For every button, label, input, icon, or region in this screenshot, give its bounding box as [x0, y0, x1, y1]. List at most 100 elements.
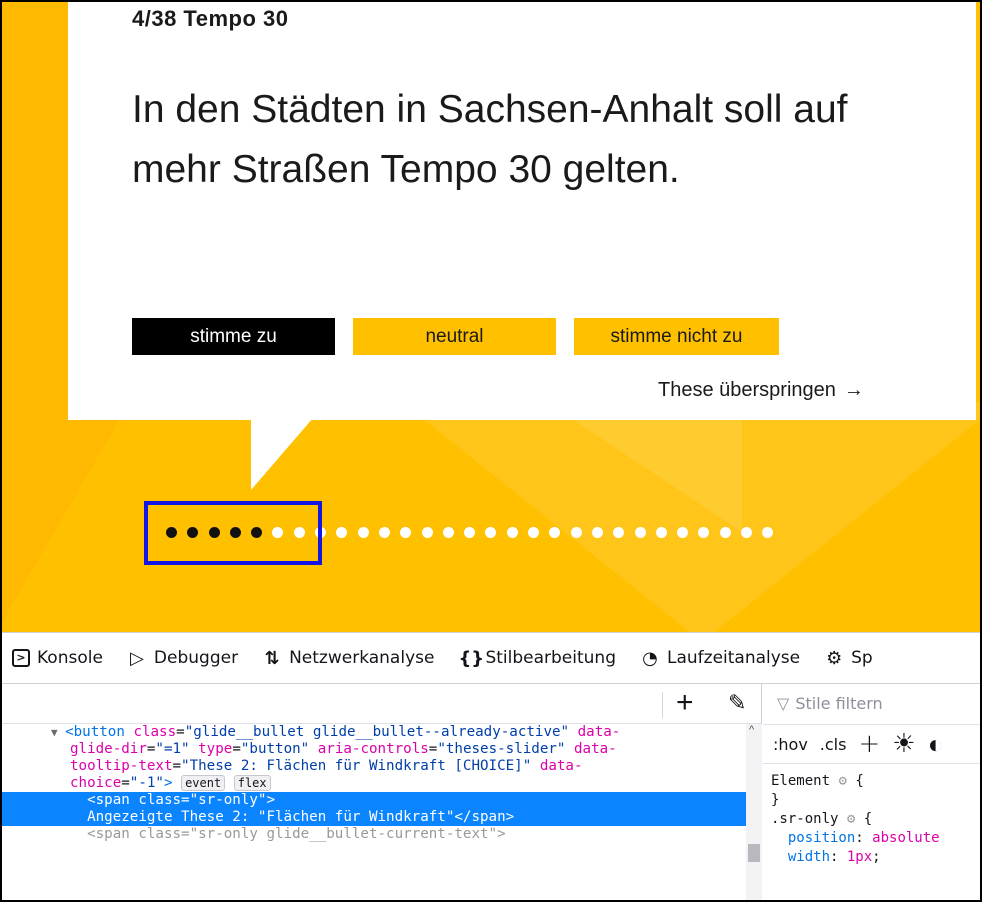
- tab-label: Konsole: [37, 648, 103, 668]
- progress-bullet[interactable]: [400, 526, 412, 538]
- disagree-button[interactable]: stimme nicht zu: [574, 318, 779, 355]
- markup-line[interactable]: choice="-1"> event flex: [2, 775, 746, 792]
- thesis-card: [68, 2, 976, 420]
- rule-selector[interactable]: .sr-only: [771, 811, 838, 827]
- agree-button[interactable]: stimme zu: [132, 318, 335, 355]
- eyedropper-icon[interactable]: ✎: [728, 690, 746, 716]
- progress-bullet[interactable]: [613, 526, 625, 538]
- rule-settings-icon: ⚙: [846, 811, 856, 827]
- debugger-icon: ▷: [130, 647, 144, 669]
- tab-memory[interactable]: ⚙ Sp: [824, 648, 873, 669]
- attr-value: "theses-slider": [437, 741, 566, 757]
- flex-badge[interactable]: flex: [233, 775, 271, 791]
- markup-line[interactable]: <span class="sr-only glide__bullet-curre…: [2, 826, 746, 843]
- attr-value: "=1": [155, 741, 190, 757]
- markup-text: Angezeigte These 2: "Flächen für Windkra…: [87, 809, 515, 825]
- tab-label: Debugger: [153, 648, 239, 668]
- attr-name: glide-dir: [70, 741, 147, 757]
- markup-line-selected[interactable]: Angezeigte These 2: "Flächen für Windkra…: [2, 809, 746, 826]
- progress-bullet[interactable]: [698, 526, 710, 538]
- attr-name: data-: [577, 724, 621, 740]
- attr-name: data-: [539, 758, 583, 774]
- progress-bullet[interactable]: [506, 526, 518, 538]
- light-theme-icon[interactable]: ☀: [892, 729, 915, 759]
- skip-thesis-link[interactable]: These überspringen →: [658, 379, 864, 402]
- memory-icon: ⚙: [826, 647, 843, 669]
- progress-bullet[interactable]: [464, 526, 476, 538]
- rule-selector[interactable]: Element: [771, 773, 830, 789]
- element-highlight-overlay: [144, 501, 322, 565]
- devtools-panel: > Konsole ▷ Debugger ⇅ Netzwerkanalyse {…: [0, 632, 982, 902]
- markup-line[interactable]: tooltip-text="These 2: Flächen für Windk…: [2, 758, 746, 775]
- progress-bullet[interactable]: [549, 526, 561, 538]
- styles-filter-input[interactable]: ▽ Stile filtern: [777, 694, 883, 713]
- thesis-statement: In den Städten in Sachsen-Anhalt soll au…: [132, 88, 848, 191]
- markup-scrollbar[interactable]: [746, 724, 762, 900]
- progress-bullet[interactable]: [655, 526, 667, 538]
- progress-bullet[interactable]: [336, 526, 348, 538]
- filter-placeholder: Stile filtern: [795, 694, 883, 713]
- cls-toggle[interactable]: .cls: [820, 735, 847, 754]
- tab-performance[interactable]: ◔ Laufzeitanalyse: [640, 648, 800, 669]
- progress-bullet[interactable]: [762, 526, 774, 538]
- progress-bullet[interactable]: [591, 526, 603, 538]
- tag-close: >: [163, 775, 173, 791]
- tab-label: Netzwerkanalyse: [289, 648, 435, 668]
- progress-bullet[interactable]: [741, 526, 753, 538]
- neutral-button[interactable]: neutral: [353, 318, 556, 355]
- markup-text: <span class="sr-only glide__bullet-curre…: [87, 826, 506, 842]
- attr-value: "These 2: Flächen für Windkraft [CHOICE]…: [181, 758, 532, 774]
- add-node-icon[interactable]: +: [676, 686, 694, 720]
- scroll-up-icon[interactable]: ^: [749, 724, 754, 736]
- attr-name: choice: [70, 775, 122, 791]
- add-rule-icon[interactable]: +: [858, 729, 880, 759]
- progress-bullet[interactable]: [485, 526, 497, 538]
- progress-bullet[interactable]: [442, 526, 454, 538]
- css-rules: Element ⚙ { } .sr-only ⚙ { position: abs…: [771, 773, 940, 865]
- rule-brace: }: [771, 792, 780, 808]
- tab-network[interactable]: ⇅ Netzwerkanalyse: [262, 648, 435, 669]
- css-property[interactable]: width: [788, 849, 830, 865]
- scrollbar-thumb[interactable]: [748, 844, 760, 862]
- tab-console[interactable]: > Konsole: [12, 648, 103, 668]
- progress-bullet[interactable]: [719, 526, 731, 538]
- rule-brace: {: [855, 773, 864, 789]
- print-media-icon[interactable]: ◐: [928, 729, 944, 760]
- tab-style-editor[interactable]: {} Stilbearbeitung: [458, 648, 616, 669]
- inspector-markup-panel: + ✎ ▼ <button class="glide__bullet glide…: [2, 684, 762, 900]
- markup-line-selected[interactable]: <span class="sr-only">: [2, 792, 746, 809]
- expand-twisty-icon[interactable]: ▼: [51, 724, 58, 741]
- progress-bullet[interactable]: [634, 526, 646, 538]
- rule-brace: {: [863, 811, 873, 827]
- tab-label: Stilbearbeitung: [485, 648, 616, 668]
- css-value[interactable]: 1px: [847, 849, 872, 865]
- attr-value: "button": [240, 741, 310, 757]
- markup-line[interactable]: ▼ <button class="glide__bullet glide__bu…: [2, 724, 746, 741]
- attr-name: tooltip-text: [70, 758, 173, 774]
- attr-name: type: [198, 741, 233, 757]
- progress-bullet[interactable]: [378, 526, 390, 538]
- css-property[interactable]: position: [788, 830, 855, 846]
- markup-line[interactable]: glide-dir="=1" type="button" aria-contro…: [2, 741, 746, 758]
- progress-bullet[interactable]: [528, 526, 540, 538]
- console-icon: >: [12, 649, 30, 667]
- markup-text: <span class="sr-only">: [87, 792, 276, 808]
- tab-label: Sp: [851, 648, 873, 668]
- progress-bullet[interactable]: [570, 526, 582, 538]
- progress-bullet[interactable]: [677, 526, 689, 538]
- progress-bullet[interactable]: [421, 526, 433, 538]
- attr-value: "glide__bullet glide__bullet--already-ac…: [184, 724, 570, 740]
- performance-icon: ◔: [642, 647, 658, 669]
- tab-debugger[interactable]: ▷ Debugger: [127, 648, 238, 669]
- progress-bullet[interactable]: [357, 526, 369, 538]
- style-editor-icon: {}: [458, 647, 485, 669]
- web-page: 4/38 Tempo 30 In den Städten in Sachsen-…: [0, 0, 982, 632]
- devtools-tabbar: > Konsole ▷ Debugger ⇅ Netzwerkanalyse {…: [2, 632, 980, 684]
- event-badge[interactable]: event: [181, 775, 226, 791]
- arrow-right-icon: →: [843, 379, 864, 401]
- hov-toggle[interactable]: :hov: [773, 735, 808, 754]
- markup-tree: ▼ <button class="glide__bullet glide__bu…: [2, 724, 746, 843]
- speech-bubble-tail: [251, 418, 313, 490]
- rule-settings-icon: ⚙: [838, 773, 847, 789]
- css-value[interactable]: absolute: [872, 830, 939, 846]
